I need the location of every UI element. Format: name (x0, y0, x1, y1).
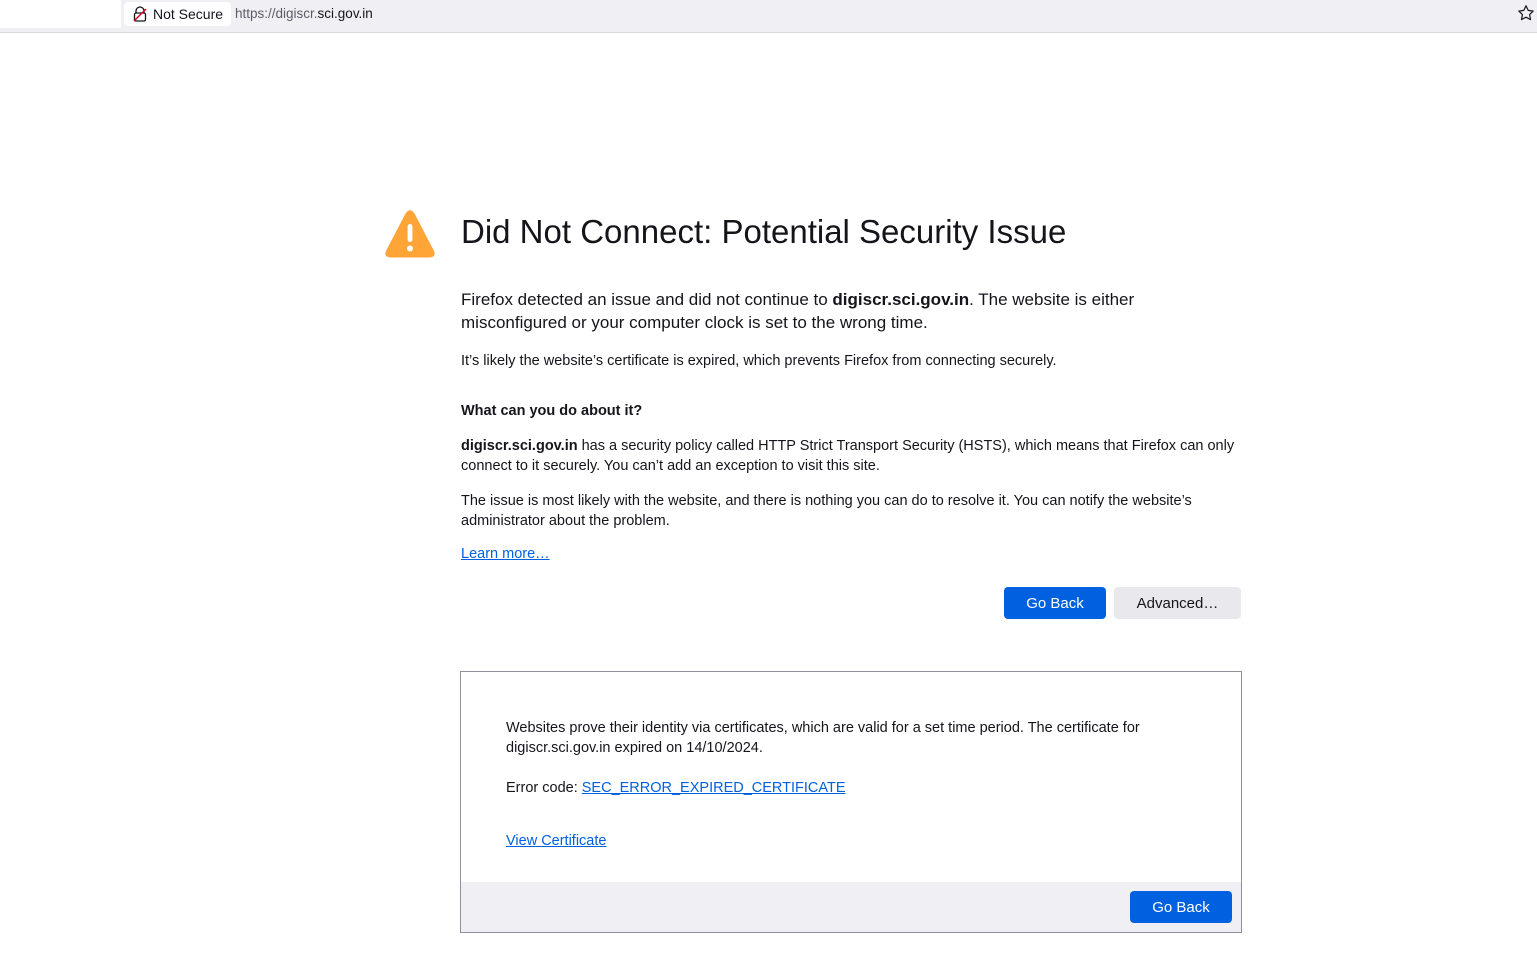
lead-host: digiscr.sci.gov.in (832, 290, 970, 309)
star-icon (1518, 5, 1534, 21)
url-host: sci.gov.in (317, 6, 373, 21)
advanced-panel: Websites prove their identity via certif… (460, 671, 1242, 933)
hsts-text: digiscr.sci.gov.in has a security policy… (461, 436, 1251, 476)
error-code-label: Error code: (506, 780, 582, 796)
url-bar: Not Secure https://digiscr.sci.gov.in (0, 0, 1537, 33)
issue-text: The issue is most likely with the websit… (461, 493, 1192, 529)
hsts-host: digiscr.sci.gov.in (461, 438, 578, 454)
view-certificate-link[interactable]: View Certificate (506, 833, 606, 849)
error-code-line: Error code: SEC_ERROR_EXPIRED_CERTIFICAT… (506, 778, 846, 798)
what-can-you-do-heading: What can you do about it? (461, 403, 643, 419)
page-title: Did Not Connect: Potential Security Issu… (461, 213, 1067, 250)
toolbar-spacer (0, 0, 121, 28)
error-code-link[interactable]: SEC_ERROR_EXPIRED_CERTIFICATE (582, 780, 846, 796)
learn-more-link[interactable]: Learn more… (461, 546, 550, 562)
warning-triangle-icon (384, 209, 436, 264)
lead-before: Firefox detected an issue and did not co… (461, 290, 833, 309)
error-lead: Firefox detected an issue and did not co… (461, 288, 1161, 334)
identity-label: Not Secure (153, 6, 224, 22)
likely-cause-text: It’s likely the website’s certificate is… (461, 353, 1057, 369)
advanced-panel-footer: Go Back (461, 882, 1241, 932)
site-identity-button[interactable]: Not Secure (124, 2, 232, 26)
bookmark-button[interactable] (1517, 4, 1535, 27)
go-back-button[interactable]: Go Back (1004, 587, 1106, 619)
advanced-go-back-button[interactable]: Go Back (1130, 891, 1232, 923)
advanced-button[interactable]: Advanced… (1114, 587, 1241, 619)
url-text[interactable]: https://digiscr.sci.gov.in (235, 6, 373, 21)
hsts-explanation: has a security policy called HTTP Strict… (461, 438, 1235, 474)
certificate-description: Websites prove their identity via certif… (506, 720, 1140, 756)
lock-warning-icon (133, 6, 147, 22)
url-scheme: https://digiscr. (235, 6, 318, 21)
